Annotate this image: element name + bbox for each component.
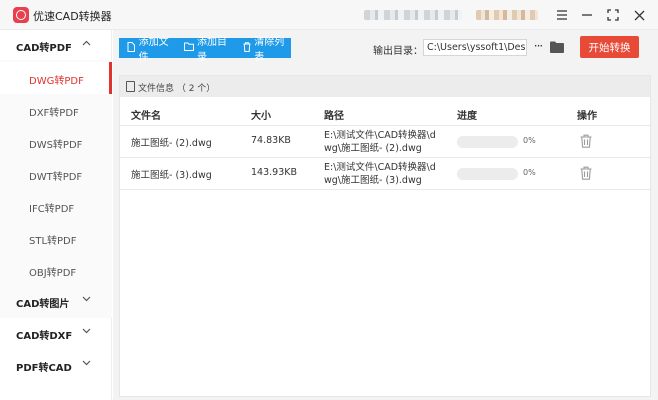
sidebar-item-dwg-to-pdf[interactable]: DWG转PDF [0,62,112,94]
title-bar: 优速CAD转换器 [0,0,658,30]
sidebar-group-label: CAD转DXF [16,331,73,342]
add-folder-button[interactable]: 添加目录 [177,37,235,63]
sidebar-group-label: CAD转PDF [16,43,72,54]
sidebar-item-ifc-to-pdf[interactable]: IFC转PDF [0,190,112,222]
fullscreen-icon[interactable] [604,6,622,24]
start-convert-button[interactable]: 开始转换 [580,36,639,58]
file-path: E:\测试文件\CAD转换器\d wg\施工图纸- (2).dwg [324,130,436,154]
chevron-down-icon [82,327,91,337]
trash-icon [242,41,251,55]
file-size: 143.93KB [251,167,297,178]
chevron-up-icon [82,39,91,49]
progress-bar [457,136,518,148]
chevron-down-icon [82,295,91,305]
file-path: E:\测试文件\CAD转换器\d wg\施工图纸- (3).dwg [324,162,436,186]
sidebar-group-cad-to-pdf[interactable]: CAD转PDF [0,30,112,62]
sidebar-item-dws-to-pdf[interactable]: DWS转PDF [0,126,112,158]
main-content: 添加文件 添加目录 清除列表 输出目录： C:\Users\yssoft1\De… [113,30,658,400]
sidebar-item-label: DWT转PDF [29,172,83,183]
sidebar-group-cad-to-image[interactable]: CAD转图片 [0,286,112,318]
sidebar-item-label: DWS转PDF [29,140,83,151]
app-title: 优速CAD转换器 [33,10,112,23]
column-header-progress: 进度 [457,111,477,122]
file-name: 施工图纸- (3).dwg [131,170,212,181]
sidebar: CAD转PDF DWG转PDF DXF转PDF DWS转PDF DWT转PDF … [0,30,112,400]
sidebar-item-label: DXF转PDF [29,108,79,119]
file-size: 74.83KB [251,135,291,146]
sidebar-item-label: DWG转PDF [29,76,84,87]
sidebar-group-label: CAD转图片 [16,299,70,310]
add-folder-label: 添加目录 [197,37,227,63]
clear-list-button[interactable]: 清除列表 [235,37,291,63]
panel-header: 文件信息 （ 2 个） [120,76,650,97]
sidebar-item-dxf-to-pdf[interactable]: DXF转PDF [0,94,112,126]
minimize-icon[interactable] [578,6,596,24]
sidebar-item-dwt-to-pdf[interactable]: DWT转PDF [0,158,112,190]
blurred-account-info [476,10,538,20]
column-header-name: 文件名 [131,111,161,122]
progress-percent: 0% [523,136,536,145]
chevron-down-icon [82,359,91,369]
file-icon [126,41,136,55]
sidebar-group-cad-to-dxf[interactable]: CAD转DXF [0,318,112,350]
folder-outline-icon [184,42,194,54]
file-name: 施工图纸- (2).dwg [131,138,212,149]
sidebar-item-label: OBJ转PDF [29,268,77,279]
progress-bar [457,168,518,180]
sidebar-item-obj-to-pdf[interactable]: OBJ转PDF [0,254,112,286]
clear-list-label: 清除列表 [254,37,285,63]
delete-trash-icon[interactable] [580,166,592,180]
menu-icon[interactable] [553,6,571,24]
active-indicator [109,62,112,94]
open-folder-icon[interactable] [550,41,564,53]
close-icon[interactable] [630,6,648,24]
blurred-user-info [364,10,462,20]
output-dir-label: 输出目录： [373,46,423,57]
sidebar-item-stl-to-pdf[interactable]: STL转PDF [0,222,112,254]
column-header-action: 操作 [577,111,597,122]
document-icon [126,81,135,92]
table-row[interactable]: 施工图纸- (2).dwg 74.83KB E:\测试文件\CAD转换器\d w… [120,126,650,158]
app-logo-icon [13,7,29,23]
progress-percent: 0% [523,168,536,177]
delete-trash-icon[interactable] [580,134,592,148]
sidebar-group-pdf-to-cad[interactable]: PDF转CAD [0,350,112,382]
column-header-path: 路径 [324,111,344,122]
sidebar-item-label: STL转PDF [29,236,77,247]
sidebar-item-label: IFC转PDF [29,204,75,215]
browse-more-button[interactable]: ··· [531,39,545,56]
panel-title: 文件信息 （ 2 个） [138,84,216,94]
column-header-size: 大小 [251,111,271,122]
sidebar-group-label: PDF转CAD [16,363,72,374]
file-list-panel: 文件信息 （ 2 个） 文件名 大小 路径 进度 操作 施工图纸- (2).dw… [119,75,651,397]
add-file-label: 添加文件 [138,37,169,63]
add-file-button[interactable]: 添加文件 [119,37,177,63]
table-row[interactable]: 施工图纸- (3).dwg 143.93KB E:\测试文件\CAD转换器\d … [120,158,650,190]
output-dir-field[interactable]: C:\Users\yssoft1\Desktop [423,39,527,56]
